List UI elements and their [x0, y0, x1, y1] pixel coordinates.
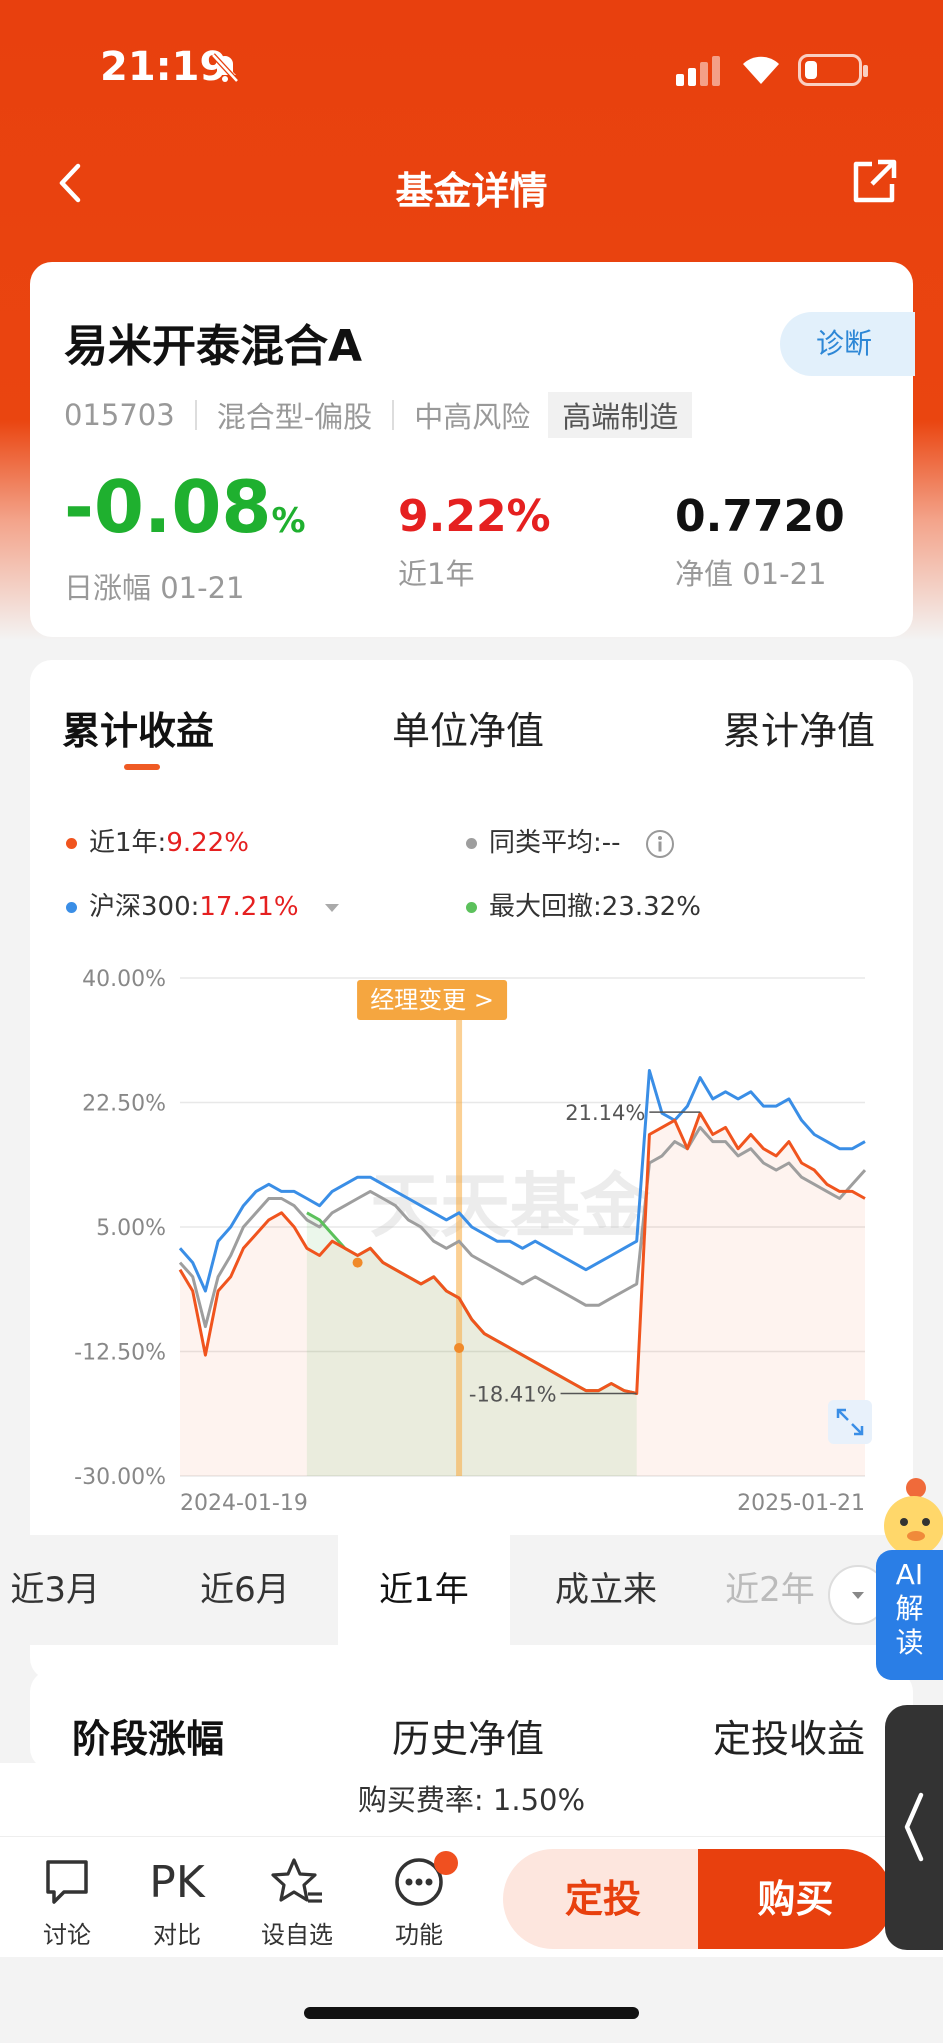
stage-tabs-card: 阶段涨幅 历史净值 定投收益: [30, 1670, 913, 1770]
legend-dot: [66, 902, 77, 913]
chat-bubble-icon: [46, 1860, 88, 1904]
theme-tag[interactable]: 高端制造: [548, 392, 693, 438]
share-icon[interactable]: [850, 158, 898, 206]
watermark-text: 天天基金: [370, 1165, 651, 1247]
high-value-label: 21.14%: [565, 1101, 645, 1125]
buy-button[interactable]: 购买: [698, 1849, 893, 1949]
ai-interpret-widget[interactable]: AI 解 读: [876, 1470, 943, 1680]
dropdown-caret-icon[interactable]: [323, 902, 341, 914]
period-since-inception[interactable]: 成立来: [520, 1535, 692, 1645]
add-watchlist-button[interactable]: 设自选: [252, 1855, 342, 1950]
battery-icon: [798, 54, 868, 86]
active-tab-indicator: [124, 764, 160, 770]
tab-cumulative-return[interactable]: 累计收益: [62, 700, 214, 755]
page-title: 基金详情: [395, 169, 548, 213]
nav-bar: 基金详情: [0, 140, 943, 230]
drawdown-area: [306, 1212, 637, 1476]
fund-type: 混合型-偏股: [216, 400, 373, 434]
fund-info-card: 易米开泰混合A 诊断 015703 混合型-偏股 中高风险 高端制造 -0.08…: [30, 262, 915, 637]
year-return-metric: 9.22% 近1年: [398, 487, 551, 593]
discuss-label: 讨论: [43, 1921, 91, 1949]
period-selector: 近3月 近6月 近1年 成立来 近2年: [0, 1535, 943, 1645]
mascot-icon: [884, 1478, 943, 1556]
fund-tags: 015703 混合型-偏股 中高风险 高端制造: [64, 392, 693, 438]
fee-label: 购买费率:: [357, 1783, 484, 1817]
fund-name: 易米开泰混合A: [64, 321, 363, 372]
daily-change-value: -0.08%: [64, 465, 306, 549]
y-tick-label: 40.00%: [82, 967, 166, 992]
functions-label: 功能: [395, 1921, 443, 1949]
nav-value: 0.7720: [675, 491, 845, 542]
period-3m[interactable]: 近3月: [0, 1535, 110, 1645]
ai-label: AI 解 读: [876, 1550, 943, 1680]
legend-dot: [66, 838, 77, 849]
period-6m[interactable]: 近6月: [160, 1535, 330, 1645]
purchase-fee-bar: 购买费率: 1.50%: [0, 1763, 943, 1837]
x-tick-label-start: 2024-01-19: [180, 1491, 308, 1516]
compare-button[interactable]: PK 对比: [132, 1855, 222, 1950]
event-dot: [454, 1342, 465, 1353]
daily-change-label: 日涨幅 01-21: [64, 571, 245, 605]
compare-label: 对比: [153, 1921, 201, 1949]
pk-icon: PK: [149, 1856, 205, 1908]
y-tick-label: -12.50%: [74, 1341, 166, 1366]
fullscreen-expand-icon[interactable]: [828, 1400, 872, 1444]
legend-dot: [466, 902, 477, 913]
manager-change-label: 经理变更 >: [370, 986, 494, 1014]
status-bar: 21:19: [0, 0, 943, 140]
year-return-label: 近1年: [398, 557, 475, 591]
daily-change-metric: -0.08% 日涨幅 01-21: [64, 467, 306, 607]
info-icon[interactable]: [645, 829, 675, 859]
performance-chart-card: 累计收益 单位净值 累计净值 近1年:9.22% 同类平均:-- 沪深300:1…: [30, 660, 913, 1680]
side-drawer-handle[interactable]: [885, 1705, 943, 1950]
divider: [392, 400, 395, 430]
y-tick-label: -30.00%: [74, 1465, 166, 1490]
discuss-button[interactable]: 讨论: [22, 1855, 112, 1950]
diagnose-button[interactable]: 诊断: [780, 312, 915, 376]
return-chart[interactable]: 40.00% 22.50% 5.00% -12.50% -30.00% 2024-01-1…: [30, 930, 913, 1520]
nav-label: 净值 01-21: [675, 557, 827, 591]
fund-risk: 中高风险: [414, 400, 531, 434]
low-value-label: -18.41%: [469, 1383, 557, 1407]
tab-unit-nav[interactable]: 单位净值: [392, 700, 544, 755]
mute-bell-icon: [211, 53, 239, 83]
cellular-signal-icon: [676, 56, 720, 86]
tab-stage-return[interactable]: 阶段涨幅: [72, 1708, 224, 1763]
bottom-action-bar: 讨论 PK 对比 设自选 功能 定投 购买: [0, 1837, 943, 1957]
sip-button[interactable]: 定投: [503, 1849, 703, 1949]
chart-tabs: 累计收益 单位净值 累计净值: [30, 700, 913, 780]
tab-history-nav[interactable]: 历史净值: [392, 1708, 544, 1763]
fee-value: 1.50%: [492, 1783, 586, 1817]
legend-drawdown: 最大回撤:23.32%: [466, 886, 701, 923]
tab-cumulative-nav[interactable]: 累计净值: [723, 700, 875, 755]
legend-fund: 近1年:9.22%: [66, 822, 249, 859]
legend-index[interactable]: 沪深300:17.21%: [66, 886, 341, 923]
x-tick-label-end: 2025-01-21: [737, 1491, 865, 1516]
divider: [194, 400, 197, 430]
notification-dot: [434, 1851, 458, 1875]
watchlist-label: 设自选: [261, 1921, 333, 1949]
chevron-left-icon: [904, 1792, 924, 1862]
star-plus-icon: [271, 1858, 322, 1903]
tab-sip-return[interactable]: 定投收益: [713, 1708, 865, 1763]
y-tick-label: 22.50%: [82, 1092, 166, 1117]
wifi-icon: [743, 56, 779, 84]
y-tick-label: 5.00%: [96, 1216, 166, 1241]
nav-metric: 0.7720 净值 01-21: [675, 487, 845, 593]
period-1y[interactable]: 近1年: [338, 1535, 510, 1645]
event-dot: [352, 1257, 363, 1268]
fund-code: 015703: [64, 398, 175, 432]
manager-change-marker: [456, 1018, 463, 1476]
legend-dot: [466, 838, 477, 849]
period-2y[interactable]: 近2年: [700, 1535, 840, 1645]
legend-peer: 同类平均:--: [466, 822, 675, 859]
home-indicator: [304, 2007, 639, 2019]
functions-button[interactable]: 功能: [374, 1851, 464, 1950]
year-return-value: 9.22%: [398, 491, 551, 542]
